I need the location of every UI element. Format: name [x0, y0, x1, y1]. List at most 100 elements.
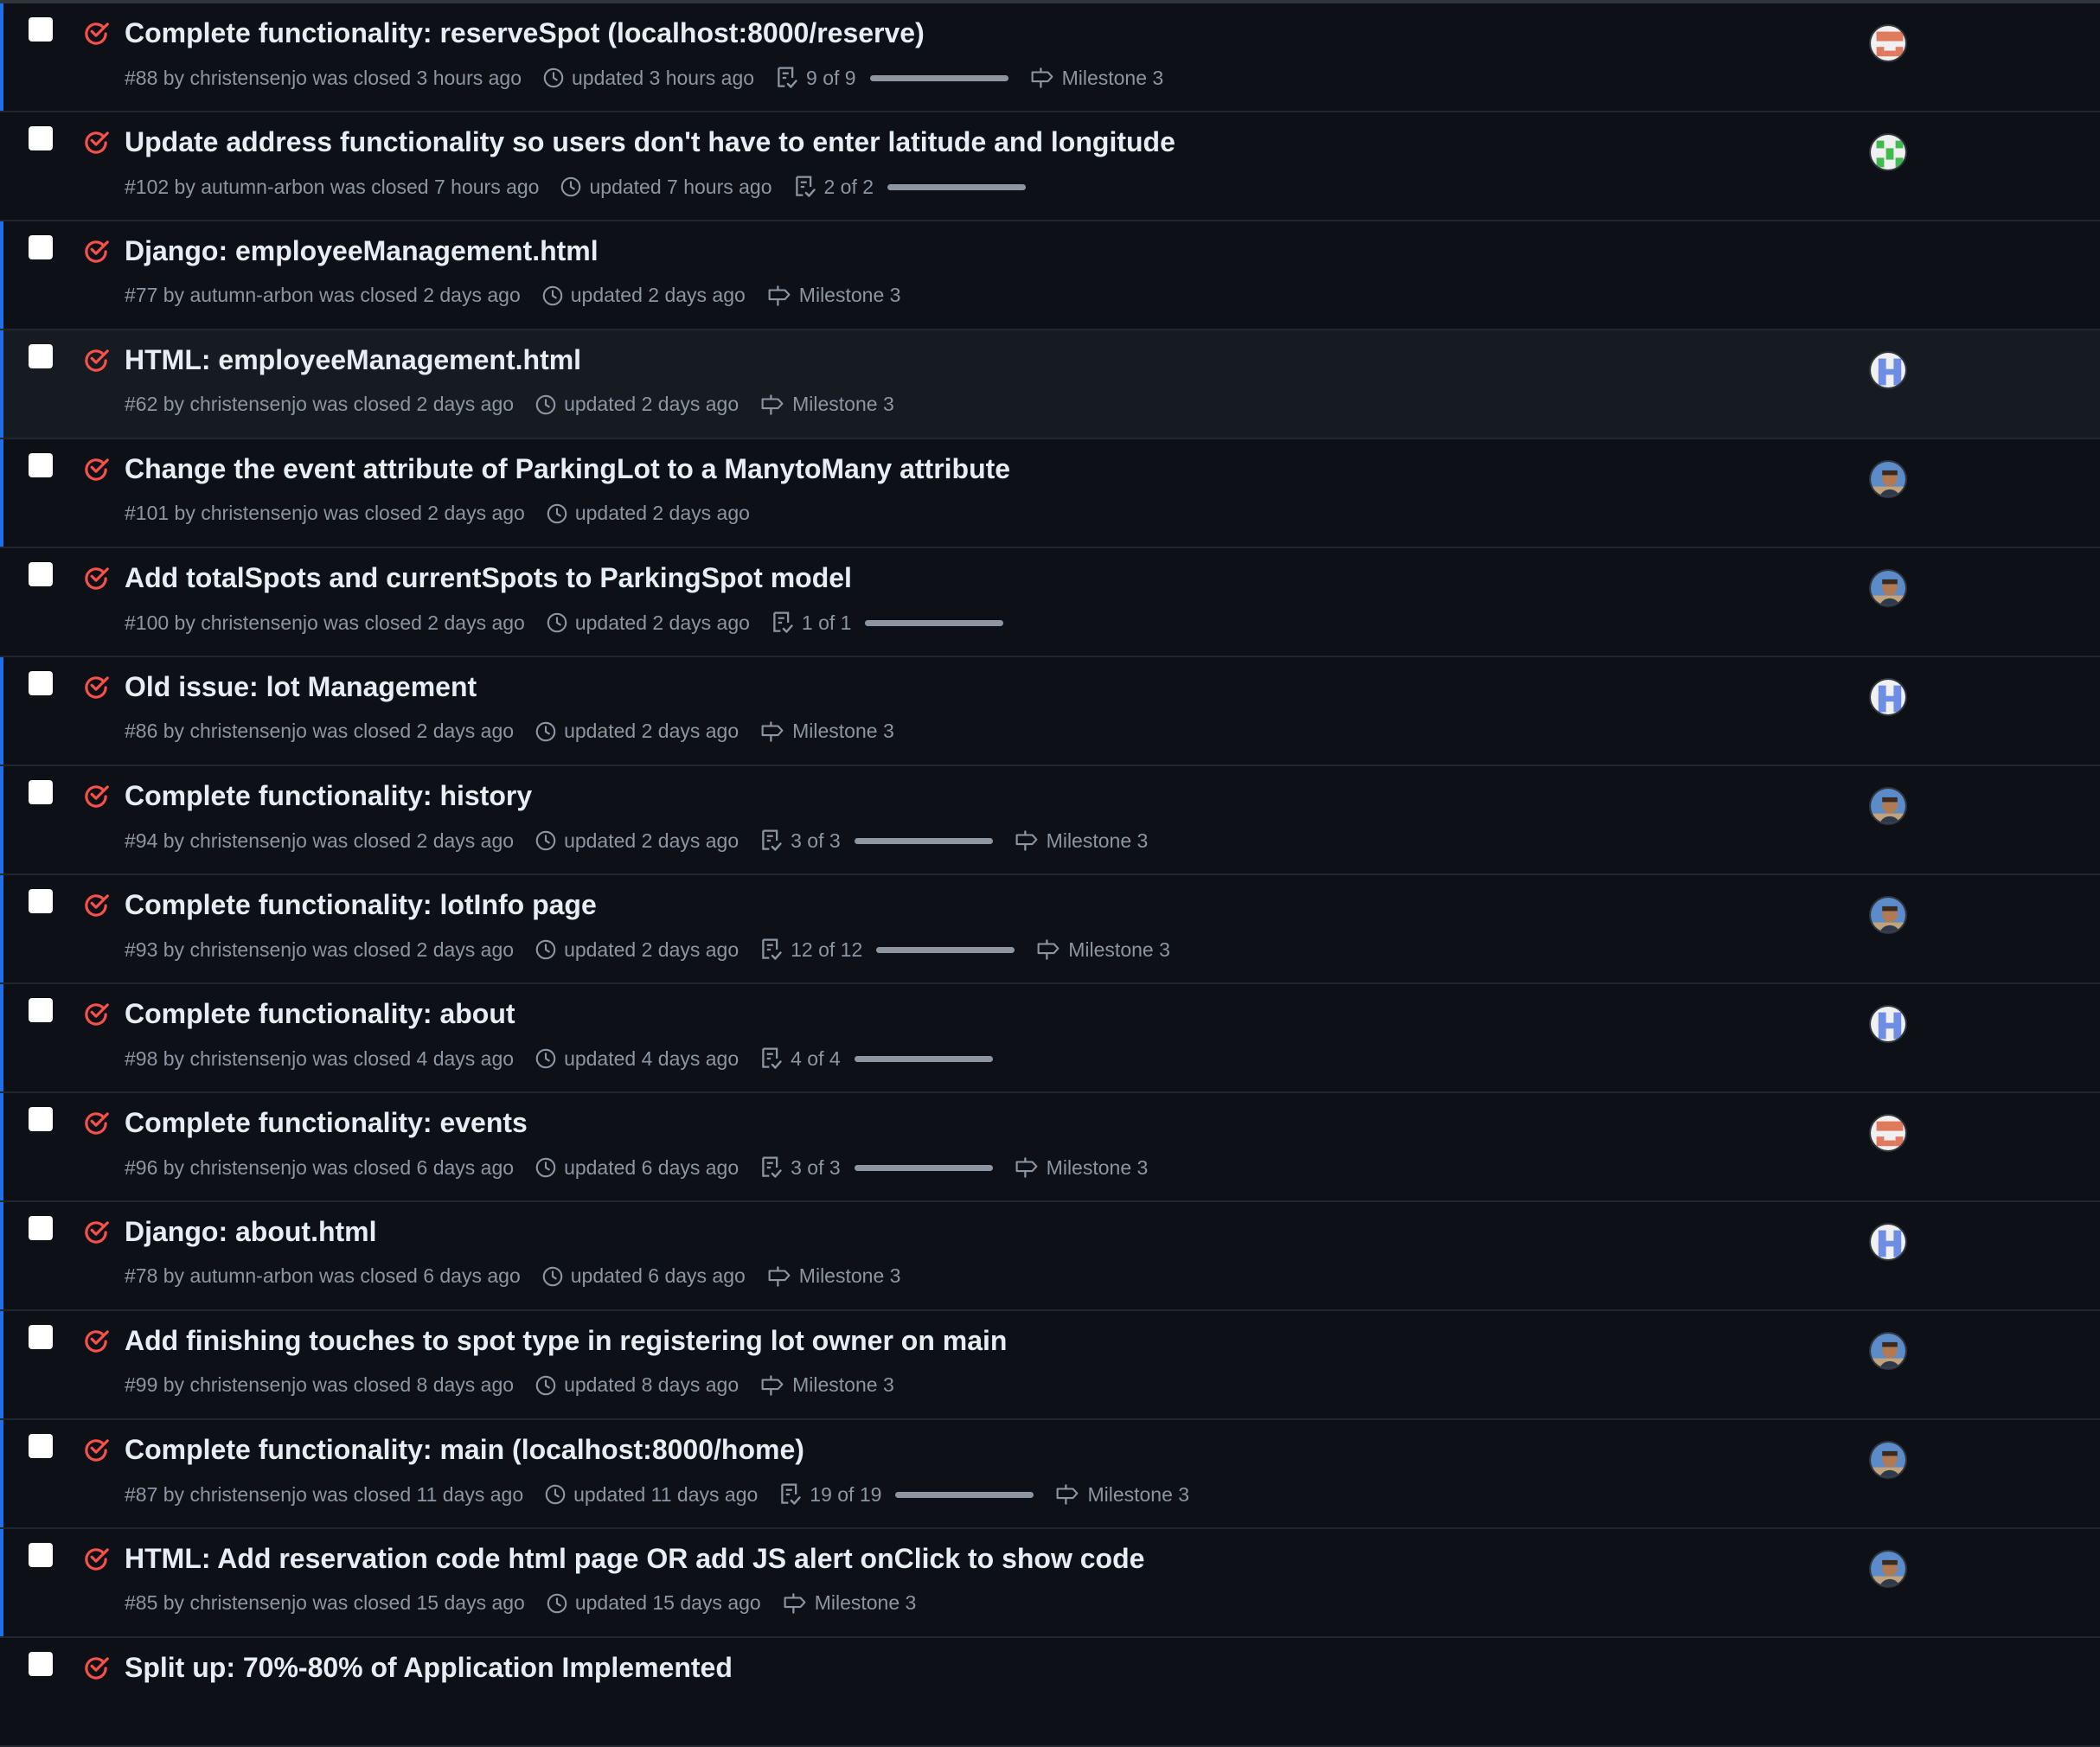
- issue-title-link[interactable]: Complete functionality: reserveSpot (loc…: [125, 17, 925, 49]
- milestone-link[interactable]: Milestone 3: [799, 1264, 901, 1288]
- issue-title-link[interactable]: Django: employeeManagement.html: [125, 235, 599, 267]
- issue-row[interactable]: Django: about.html #78 by autumn-arbon w…: [0, 1202, 2100, 1311]
- issue-checkbox[interactable]: [29, 780, 53, 804]
- tasklist-icon: [759, 1046, 784, 1071]
- issue-title-link[interactable]: Django: about.html: [125, 1216, 377, 1248]
- clock-icon: [535, 394, 557, 416]
- issue-meta-line: #85 by christensenjo was closed 15 days …: [125, 1591, 916, 1615]
- milestone-link[interactable]: Milestone 3: [815, 1591, 917, 1615]
- issue-row[interactable]: Complete functionality: reserveSpot (loc…: [0, 3, 2100, 112]
- issue-meta: #101 by christensenjo was closed 2 days …: [125, 502, 525, 524]
- issue-checkbox[interactable]: [29, 344, 53, 368]
- issue-row[interactable]: HTML: employeeManagement.html #62 by chr…: [0, 330, 2100, 439]
- milestone-link[interactable]: Milestone 3: [792, 720, 894, 743]
- issue-title-link[interactable]: Old issue: lot Management: [125, 671, 477, 703]
- issue-checkbox[interactable]: [29, 671, 53, 695]
- issue-checkbox[interactable]: [29, 126, 53, 150]
- task-count: 9 of 9: [806, 66, 856, 89]
- assignee-avatar[interactable]: [1869, 896, 1907, 934]
- issue-checkbox[interactable]: [29, 998, 53, 1022]
- issue-row[interactable]: Old issue: lot Management #86 by christe…: [0, 657, 2100, 766]
- milestone-link[interactable]: Milestone 3: [792, 1373, 894, 1397]
- assignee-avatar[interactable]: [1869, 1223, 1907, 1261]
- issue-checkbox[interactable]: [29, 453, 53, 477]
- assignee-avatar[interactable]: [1869, 1005, 1907, 1043]
- issue-row[interactable]: Complete functionality: lotInfo page #93…: [0, 875, 2100, 984]
- issue-checkbox[interactable]: [29, 1652, 53, 1676]
- issue-closed-icon: [81, 891, 111, 920]
- issue-row[interactable]: Django: employeeManagement.html #77 by a…: [0, 221, 2100, 330]
- task-progress-fill: [854, 1055, 993, 1062]
- issue-title-link[interactable]: Complete functionality: events: [125, 1107, 528, 1139]
- issue-row[interactable]: Complete functionality: events #96 by ch…: [0, 1093, 2100, 1202]
- issue-checkbox[interactable]: [29, 1216, 53, 1240]
- issue-checkbox[interactable]: [29, 889, 53, 913]
- issue-title-link[interactable]: Update address functionality so users do…: [125, 126, 1175, 158]
- issue-title-link[interactable]: Add finishing touches to spot type in re…: [125, 1325, 1007, 1357]
- assignee-avatar[interactable]: [1869, 569, 1907, 607]
- issue-row[interactable]: Change the event attribute of ParkingLot…: [0, 439, 2100, 548]
- milestone-link[interactable]: Milestone 3: [1047, 1156, 1149, 1180]
- milestone-link[interactable]: Milestone 3: [1062, 67, 1164, 90]
- assignee-avatar[interactable]: [1869, 1114, 1907, 1152]
- issue-row[interactable]: Complete functionality: history #94 by c…: [0, 766, 2100, 875]
- issue-meta: #94 by christensenjo was closed 2 days a…: [125, 829, 515, 852]
- issue-meta-line: #100 by christensenjo was closed 2 days …: [125, 611, 1004, 635]
- issue-checkbox[interactable]: [29, 1434, 53, 1458]
- assignee-avatar[interactable]: [1869, 1332, 1907, 1370]
- issue-checkbox[interactable]: [29, 17, 53, 42]
- issue-updated: updated 2 days ago: [574, 502, 750, 524]
- issue-title-link[interactable]: Complete functionality: lotInfo page: [125, 889, 597, 921]
- issue-title-link[interactable]: Add totalSpots and currentSpots to Parki…: [125, 562, 852, 594]
- issue-checkbox[interactable]: [29, 562, 53, 586]
- issue-row[interactable]: Add finishing touches to spot type in re…: [0, 1311, 2100, 1420]
- issue-meta-line: #101 by christensenjo was closed 2 days …: [125, 502, 750, 525]
- task-count: 3 of 3: [791, 1155, 841, 1179]
- issue-closed-icon: [81, 237, 111, 266]
- issue-closed-icon: [81, 1109, 111, 1138]
- issue-row[interactable]: Split up: 70%-80% of Application Impleme…: [0, 1638, 2100, 1747]
- assignee-avatar[interactable]: [1869, 678, 1907, 716]
- assignee-avatar[interactable]: [1869, 133, 1907, 171]
- issue-row[interactable]: Update address functionality so users do…: [0, 112, 2100, 221]
- task-progress-fill: [876, 946, 1015, 953]
- issue-checkbox[interactable]: [29, 235, 53, 259]
- clock-icon: [544, 1483, 567, 1506]
- issue-title-link[interactable]: Split up: 70%-80% of Application Impleme…: [125, 1652, 733, 1684]
- issue-title-link[interactable]: HTML: Add reservation code html page OR …: [125, 1543, 1144, 1575]
- issue-updated: updated 2 days ago: [574, 611, 750, 634]
- issue-updated: updated 11 days ago: [573, 1482, 759, 1506]
- task-progress-fill: [854, 1164, 993, 1171]
- issue-meta: #100 by christensenjo was closed 2 days …: [125, 611, 525, 634]
- milestone-icon: [759, 720, 785, 743]
- issue-title-link[interactable]: Complete functionality: main (localhost:…: [125, 1434, 804, 1466]
- issue-checkbox[interactable]: [29, 1107, 53, 1131]
- assignee-avatar[interactable]: [1869, 787, 1907, 825]
- issue-row[interactable]: Complete functionality: main (localhost:…: [0, 1420, 2100, 1529]
- issue-title-link[interactable]: Complete functionality: history: [125, 780, 532, 812]
- issue-title-link[interactable]: Change the event attribute of ParkingLot…: [125, 453, 1010, 485]
- milestone-icon: [1029, 67, 1055, 89]
- issue-title-link[interactable]: HTML: employeeManagement.html: [125, 344, 581, 376]
- milestone-link[interactable]: Milestone 3: [1087, 1483, 1189, 1507]
- issue-checkbox[interactable]: [29, 1325, 53, 1349]
- milestone-link[interactable]: Milestone 3: [1047, 829, 1149, 853]
- milestone-link[interactable]: Milestone 3: [799, 284, 901, 307]
- issue-title-link[interactable]: Complete functionality: about: [125, 998, 515, 1030]
- issue-row[interactable]: Complete functionality: about #98 by chr…: [0, 984, 2100, 1093]
- assignee-avatar[interactable]: [1869, 1441, 1907, 1479]
- issue-checkbox[interactable]: [29, 1543, 53, 1567]
- issue-row[interactable]: Add totalSpots and currentSpots to Parki…: [0, 548, 2100, 657]
- milestone-link[interactable]: Milestone 3: [792, 393, 894, 416]
- assignee-avatar[interactable]: [1869, 24, 1907, 62]
- assignee-avatar[interactable]: [1869, 460, 1907, 498]
- clock-icon: [541, 285, 564, 307]
- milestone-link[interactable]: Milestone 3: [1068, 938, 1170, 962]
- issue-row[interactable]: HTML: Add reservation code html page OR …: [0, 1529, 2100, 1638]
- issue-updated: updated 2 days ago: [564, 393, 739, 415]
- issue-updated: updated 2 days ago: [564, 720, 739, 742]
- assignee-avatar[interactable]: [1869, 351, 1907, 389]
- milestone-icon: [1014, 1156, 1040, 1179]
- issue-updated: updated 2 days ago: [564, 937, 739, 961]
- assignee-avatar[interactable]: [1869, 1550, 1907, 1588]
